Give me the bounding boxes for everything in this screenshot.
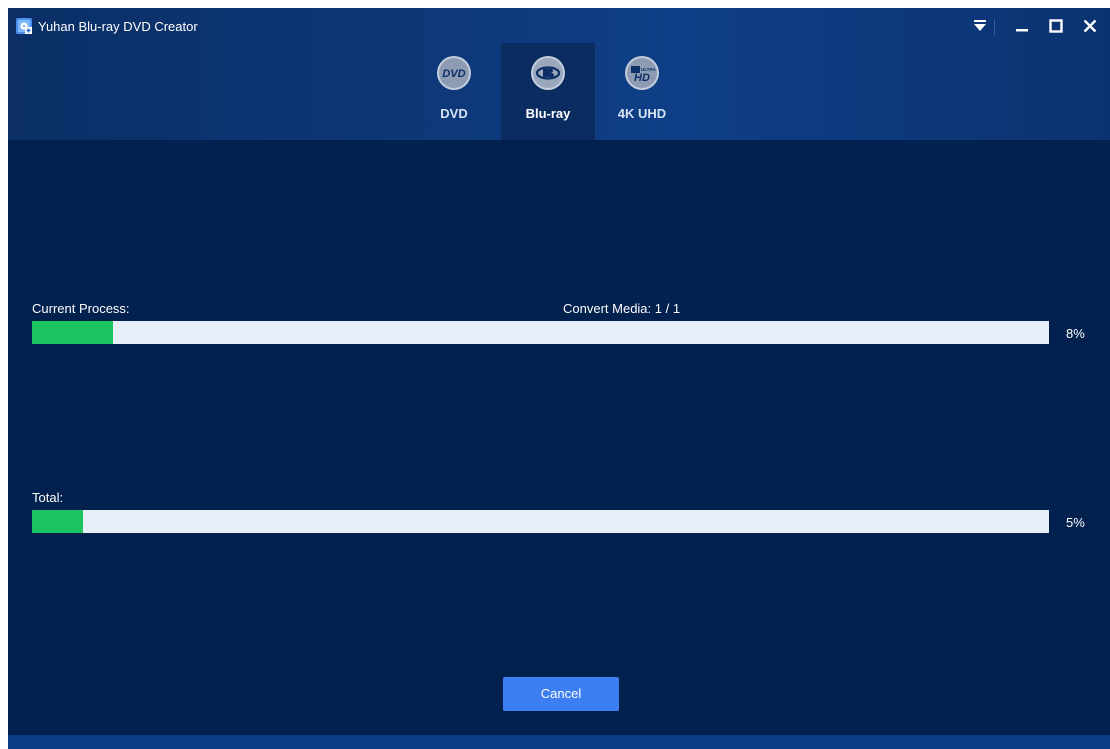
tab-dvd-label: DVD — [440, 106, 468, 121]
dvd-logo-icon: DVD — [437, 56, 471, 90]
current-progress-fill — [32, 321, 114, 344]
ultra-hd-logo-icon: ULTRA HD — [625, 56, 659, 90]
bluray-logo-icon — [531, 56, 565, 90]
convert-media-status: Convert Media: 1 / 1 — [563, 301, 681, 316]
svg-text:HD: HD — [634, 72, 650, 84]
app-logo-icon — [16, 18, 32, 34]
tab-4k-uhd-label: 4K UHD — [617, 106, 667, 121]
total-progress-percent: 5% — [1066, 515, 1085, 530]
tab-bluray[interactable]: Blu-ray — [501, 43, 595, 140]
title-bar: Yuhan Blu-ray DVD Creator — [8, 8, 1110, 42]
total-label: Total: — [32, 490, 64, 505]
close-icon[interactable] — [1076, 12, 1104, 40]
app-title: Yuhan Blu-ray DVD Creator — [38, 19, 198, 34]
tab-bluray-label: Blu-ray — [525, 106, 571, 121]
tab-dvd[interactable]: DVD DVD — [407, 43, 501, 140]
current-process-label: Current Process: — [32, 301, 130, 316]
footer-bar — [8, 735, 1110, 749]
header: Yuhan Blu-ray DVD Creator DVD DVD Blu-ra… — [8, 8, 1110, 140]
control-separator — [994, 19, 995, 35]
app-window: Yuhan Blu-ray DVD Creator DVD DVD Blu-ra… — [8, 8, 1110, 749]
current-progress-bar — [32, 321, 1049, 344]
current-progress-percent: 8% — [1066, 326, 1085, 341]
minimize-icon[interactable] — [1008, 12, 1036, 40]
dropdown-menu-icon[interactable] — [966, 12, 994, 40]
svg-text:DVD: DVD — [442, 68, 465, 80]
total-progress-bar — [32, 510, 1049, 533]
tab-4k-uhd[interactable]: ULTRA HD 4K UHD — [595, 43, 689, 140]
maximize-icon[interactable] — [1042, 12, 1070, 40]
total-progress-fill — [32, 510, 83, 533]
cancel-button[interactable]: Cancel — [503, 677, 619, 711]
